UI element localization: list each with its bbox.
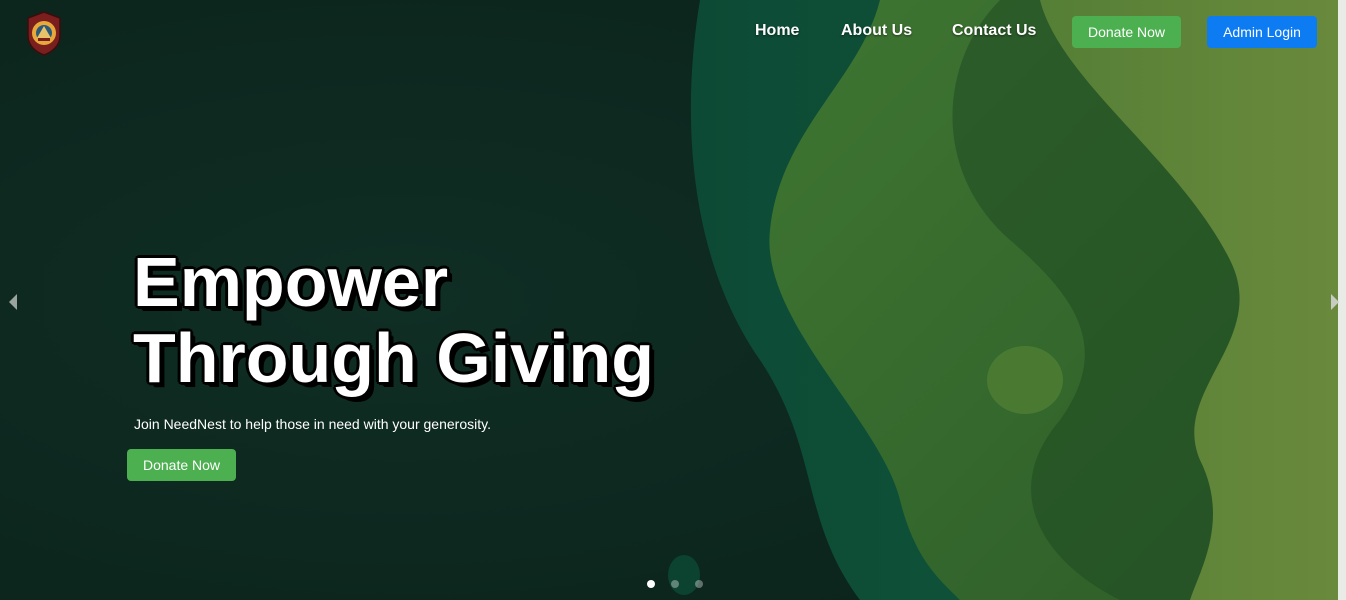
hero-donate-button[interactable]: Donate Now	[127, 449, 236, 481]
hero-carousel: Home About Us Contact Us Donate Now Admi…	[0, 0, 1346, 600]
nav-link-home[interactable]: Home	[755, 22, 799, 40]
nav-link-about-us[interactable]: About Us	[841, 22, 912, 40]
hero-headline: Empower Through Giving	[133, 244, 654, 396]
carousel-indicator-1[interactable]	[647, 580, 655, 588]
chevron-left-icon[interactable]	[6, 292, 20, 312]
admin-login-button[interactable]: Admin Login	[1207, 16, 1317, 48]
nav-donate-button[interactable]: Donate Now	[1072, 16, 1181, 48]
top-navigation: Home About Us Contact Us Donate Now Admi…	[0, 0, 1346, 64]
nav-link-contact-us[interactable]: Contact Us	[952, 22, 1036, 40]
carousel-indicator-3[interactable]	[695, 580, 703, 588]
crest-logo-icon[interactable]	[24, 10, 64, 56]
carousel-indicator-2[interactable]	[671, 580, 679, 588]
hero-subtitle: Join NeedNest to help those in need with…	[134, 416, 491, 432]
hero-headline-line1: Empower	[133, 243, 449, 321]
chevron-right-icon[interactable]	[1328, 292, 1342, 312]
hero-headline-line2: Through Giving	[133, 319, 655, 397]
carousel-indicators	[646, 580, 706, 590]
